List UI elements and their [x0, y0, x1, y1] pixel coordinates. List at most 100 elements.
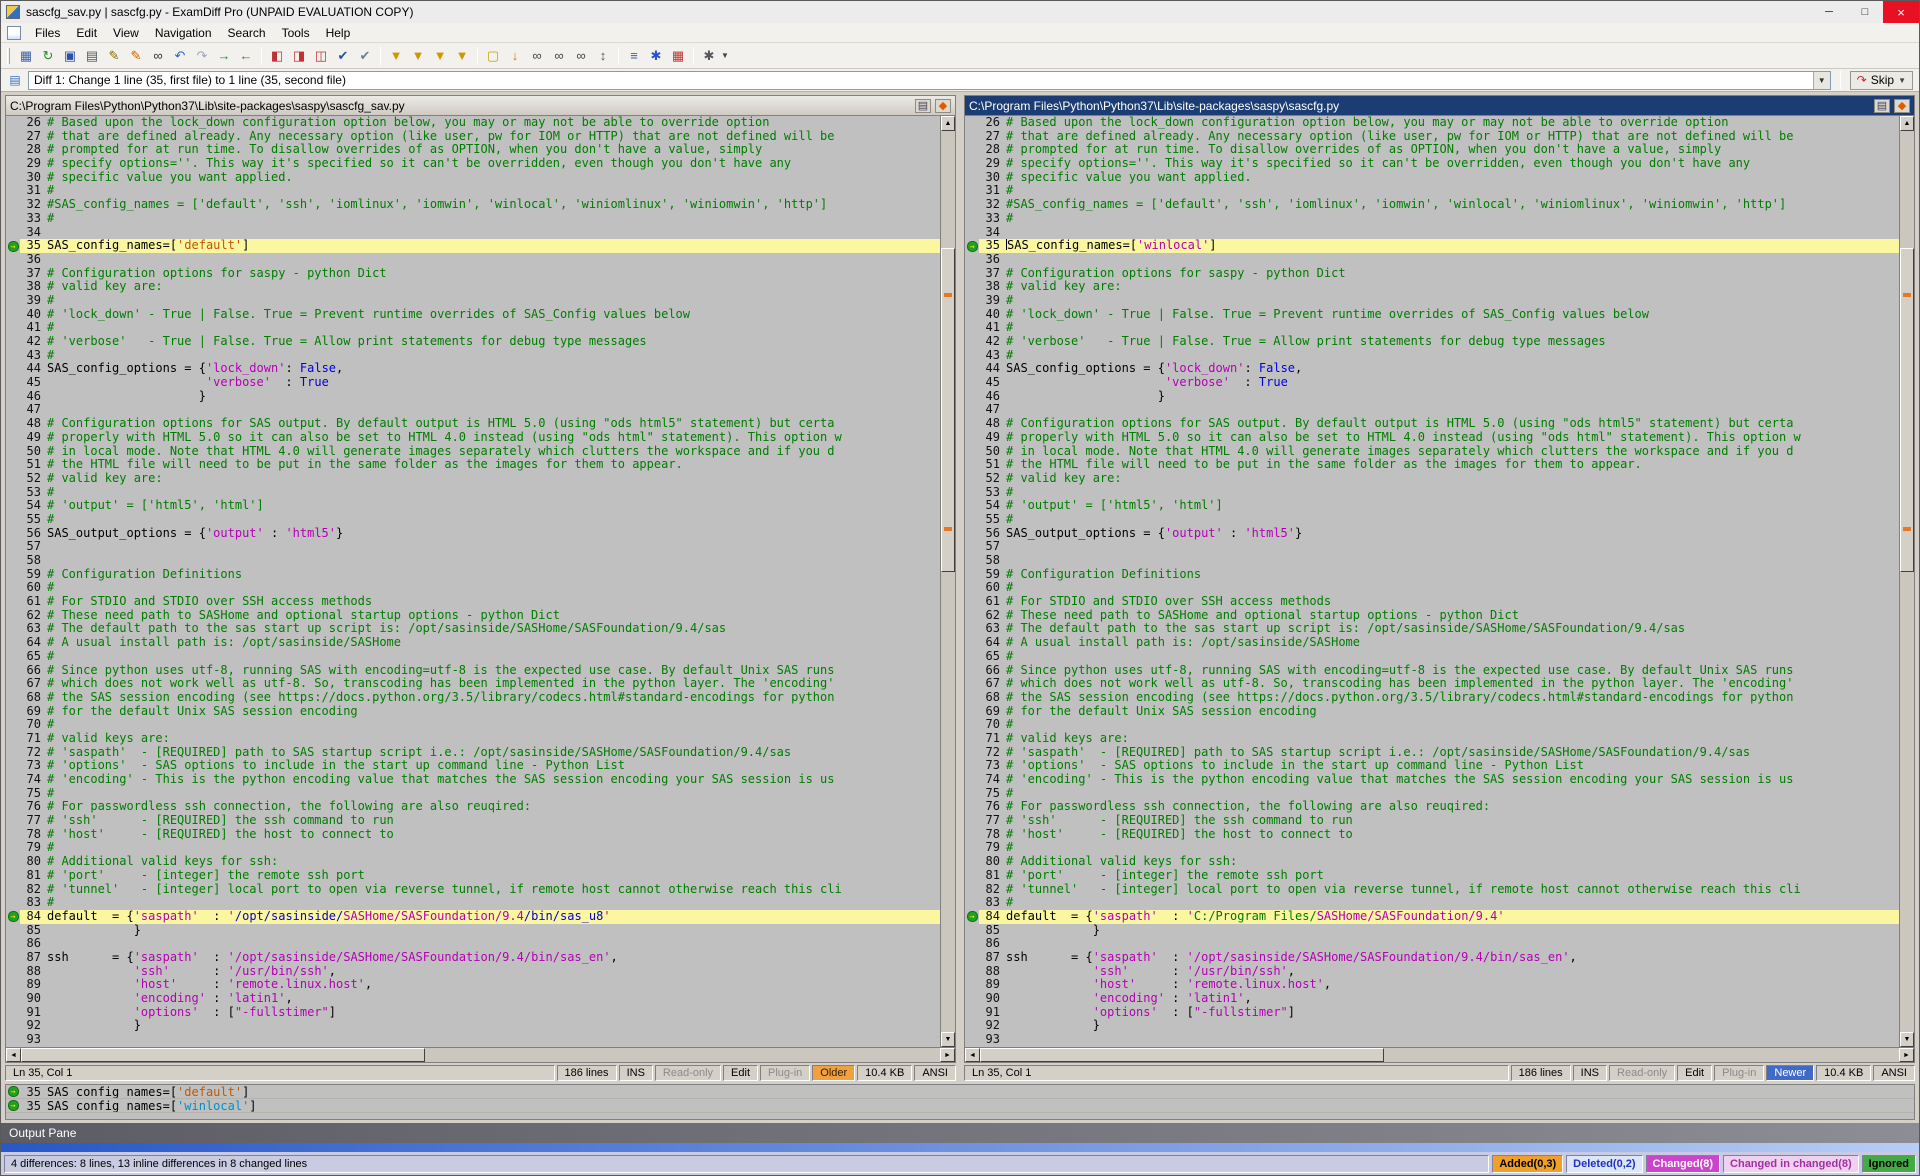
code-line-40[interactable]: 40# 'lock_down' - True | False. True = P…	[6, 308, 940, 322]
scroll-up-icon[interactable]: ▲	[941, 116, 955, 131]
scroll-left-icon[interactable]: ◄	[6, 1048, 21, 1062]
chevron-down-icon[interactable]: ▼	[720, 51, 730, 60]
code-line-47[interactable]: 47	[6, 403, 940, 417]
code-line-58[interactable]: 58	[6, 554, 940, 568]
code-line-72[interactable]: 72# 'saspath' - [REQUIRED] path to SAS s…	[965, 746, 1899, 760]
code-line-79[interactable]: 79#	[965, 841, 1899, 855]
code-line-38[interactable]: 38# valid key are:	[6, 280, 940, 294]
find-next-icon[interactable]: ∞	[526, 45, 548, 67]
print-icon[interactable]: ▤	[81, 45, 103, 67]
code-line-38[interactable]: 38# valid key are:	[965, 280, 1899, 294]
code-line-51[interactable]: 51# the HTML file will need to be put in…	[965, 458, 1899, 472]
code-line-64[interactable]: 64# A usual install path is: /opt/sasins…	[6, 636, 940, 650]
prev-difference-icon[interactable]: ←	[235, 45, 257, 67]
code-line-75[interactable]: 75#	[6, 787, 940, 801]
highlight-block-icon[interactable]: ▢	[482, 45, 504, 67]
code-line-58[interactable]: 58	[965, 554, 1899, 568]
code-line-42[interactable]: 42# 'verbose' - True | False. True = All…	[6, 335, 940, 349]
code-line-72[interactable]: 72# 'saspath' - [REQUIRED] path to SAS s…	[6, 746, 940, 760]
go-to-line-icon[interactable]: ↓	[504, 45, 526, 67]
code-line-93[interactable]: 93	[965, 1033, 1899, 1047]
code-line-34[interactable]: 34	[6, 226, 940, 240]
code-line-41[interactable]: 41#	[6, 321, 940, 335]
code-line-61[interactable]: 61# For STDIO and STDIO over SSH access …	[6, 595, 940, 609]
code-line-57[interactable]: 57	[6, 540, 940, 554]
code-line-80[interactable]: 80# Additional valid keys for ssh:	[6, 855, 940, 869]
filter-changed-icon[interactable]: ▼	[451, 45, 473, 67]
code-line-39[interactable]: 39#	[965, 294, 1899, 308]
code-line-64[interactable]: 64# A usual install path is: /opt/sasins…	[965, 636, 1899, 650]
left-vertical-scrollbar[interactable]: ▲ ▼	[940, 116, 955, 1047]
left-horizontal-scrollbar[interactable]: ◄ ►	[6, 1047, 955, 1062]
code-line-44[interactable]: 44SAS_config_options = {'lock_down': Fal…	[6, 362, 940, 376]
code-line-29[interactable]: 29# specify options=''. This way it's sp…	[965, 157, 1899, 171]
scroll-thumb[interactable]	[980, 1048, 1384, 1062]
code-line-50[interactable]: 50# in local mode. Note that HTML 4.0 wi…	[6, 445, 940, 459]
code-line-48[interactable]: 48# Configuration options for SAS output…	[965, 417, 1899, 431]
code-line-27[interactable]: 27# that are defined already. Any necess…	[965, 130, 1899, 144]
code-line-67[interactable]: 67# which does not work well as utf-8. S…	[965, 677, 1899, 691]
code-line-34[interactable]: 34	[965, 226, 1899, 240]
color-grid-icon[interactable]: ▦	[667, 45, 689, 67]
code-line-35[interactable]: →35SAS_config_names=['default']	[6, 239, 940, 253]
code-line-76[interactable]: 76# For passwordless ssh connection, the…	[965, 800, 1899, 814]
sort-icon[interactable]: ↕	[592, 45, 614, 67]
code-line-31[interactable]: 31#	[6, 184, 940, 198]
code-line-52[interactable]: 52# valid key are:	[6, 472, 940, 486]
code-line-84[interactable]: →84default = {'saspath' : 'C:/Program Fi…	[965, 910, 1899, 924]
code-line-36[interactable]: 36	[6, 253, 940, 267]
code-line-55[interactable]: 55#	[965, 513, 1899, 527]
scroll-track[interactable]	[980, 1048, 1899, 1062]
show-identical-icon[interactable]: ✔	[354, 45, 376, 67]
code-line-92[interactable]: 92 }	[6, 1019, 940, 1033]
show-both-panes-icon[interactable]: ◫	[310, 45, 332, 67]
minimize-button[interactable]: ─	[1811, 1, 1847, 23]
code-line-47[interactable]: 47	[965, 403, 1899, 417]
code-line-75[interactable]: 75#	[965, 787, 1899, 801]
code-line-76[interactable]: 76# For passwordless ssh connection, the…	[6, 800, 940, 814]
current-diff-dropdown[interactable]: Diff 1: Change 1 line (35, first file) t…	[28, 71, 1831, 90]
filter-added-icon[interactable]: ▼	[407, 45, 429, 67]
code-line-28[interactable]: 28# prompted for at run time. To disallo…	[6, 143, 940, 157]
code-line-67[interactable]: 67# which does not work well as utf-8. S…	[6, 677, 940, 691]
scroll-right-icon[interactable]: ►	[1899, 1048, 1914, 1062]
scroll-down-icon[interactable]: ▼	[941, 1032, 955, 1047]
code-line-45[interactable]: 45 'verbose' : True	[965, 376, 1899, 390]
toolbar-grip[interactable]	[7, 48, 10, 64]
code-line-53[interactable]: 53#	[6, 486, 940, 500]
code-line-78[interactable]: 78# 'host' - [REQUIRED] the host to conn…	[6, 828, 940, 842]
find-prev-icon[interactable]: ∞	[548, 45, 570, 67]
code-line-54[interactable]: 54# 'output' = ['html5', 'html']	[6, 499, 940, 513]
show-left-pane-icon[interactable]: ◧	[266, 45, 288, 67]
code-line-65[interactable]: 65#	[965, 650, 1899, 664]
code-line-36[interactable]: 36	[965, 253, 1899, 267]
code-line-59[interactable]: 59# Configuration Definitions	[6, 568, 940, 582]
menu-edit[interactable]: Edit	[68, 24, 105, 42]
code-line-88[interactable]: 88 'ssh' : '/usr/bin/ssh',	[965, 965, 1899, 979]
code-line-49[interactable]: 49# properly with HTML 5.0 so it can als…	[965, 431, 1899, 445]
code-line-87[interactable]: 87ssh = {'saspath' : '/opt/sasinside/SAS…	[6, 951, 940, 965]
code-line-55[interactable]: 55#	[6, 513, 940, 527]
code-line-63[interactable]: 63# The default path to the sas start up…	[965, 622, 1899, 636]
save-icon[interactable]: ▣	[59, 45, 81, 67]
right-pane-header[interactable]: C:\Program Files\Python\Python37\Lib\sit…	[965, 96, 1914, 116]
code-line-78[interactable]: 78# 'host' - [REQUIRED] the host to conn…	[965, 828, 1899, 842]
code-line-91[interactable]: 91 'options' : ["-fullstimer"]	[965, 1006, 1899, 1020]
scroll-up-icon[interactable]: ▲	[1900, 116, 1914, 131]
menu-help[interactable]: Help	[318, 24, 359, 42]
code-line-77[interactable]: 77# 'ssh' - [REQUIRED] the ssh command t…	[965, 814, 1899, 828]
code-line-74[interactable]: 74# 'encoding' - This is the python enco…	[6, 773, 940, 787]
printer-icon[interactable]: ▤	[915, 99, 931, 113]
redo-icon[interactable]: ↷	[191, 45, 213, 67]
code-line-49[interactable]: 49# properly with HTML 5.0 so it can als…	[6, 431, 940, 445]
code-line-70[interactable]: 70#	[6, 718, 940, 732]
code-line-81[interactable]: 81# 'port' - [integer] the remote ssh po…	[965, 869, 1899, 883]
code-line-86[interactable]: 86	[965, 937, 1899, 951]
code-line-89[interactable]: 89 'host' : 'remote.linux.host',	[6, 978, 940, 992]
menu-files[interactable]: Files	[27, 24, 68, 42]
code-line-32[interactable]: 32#SAS_config_names = ['default', 'ssh',…	[965, 198, 1899, 212]
filter-deleted-icon[interactable]: ▼	[429, 45, 451, 67]
code-line-87[interactable]: 87ssh = {'saspath' : '/opt/sasinside/SAS…	[965, 951, 1899, 965]
code-line-68[interactable]: 68# the SAS session encoding (see https:…	[965, 691, 1899, 705]
scroll-left-icon[interactable]: ◄	[965, 1048, 980, 1062]
